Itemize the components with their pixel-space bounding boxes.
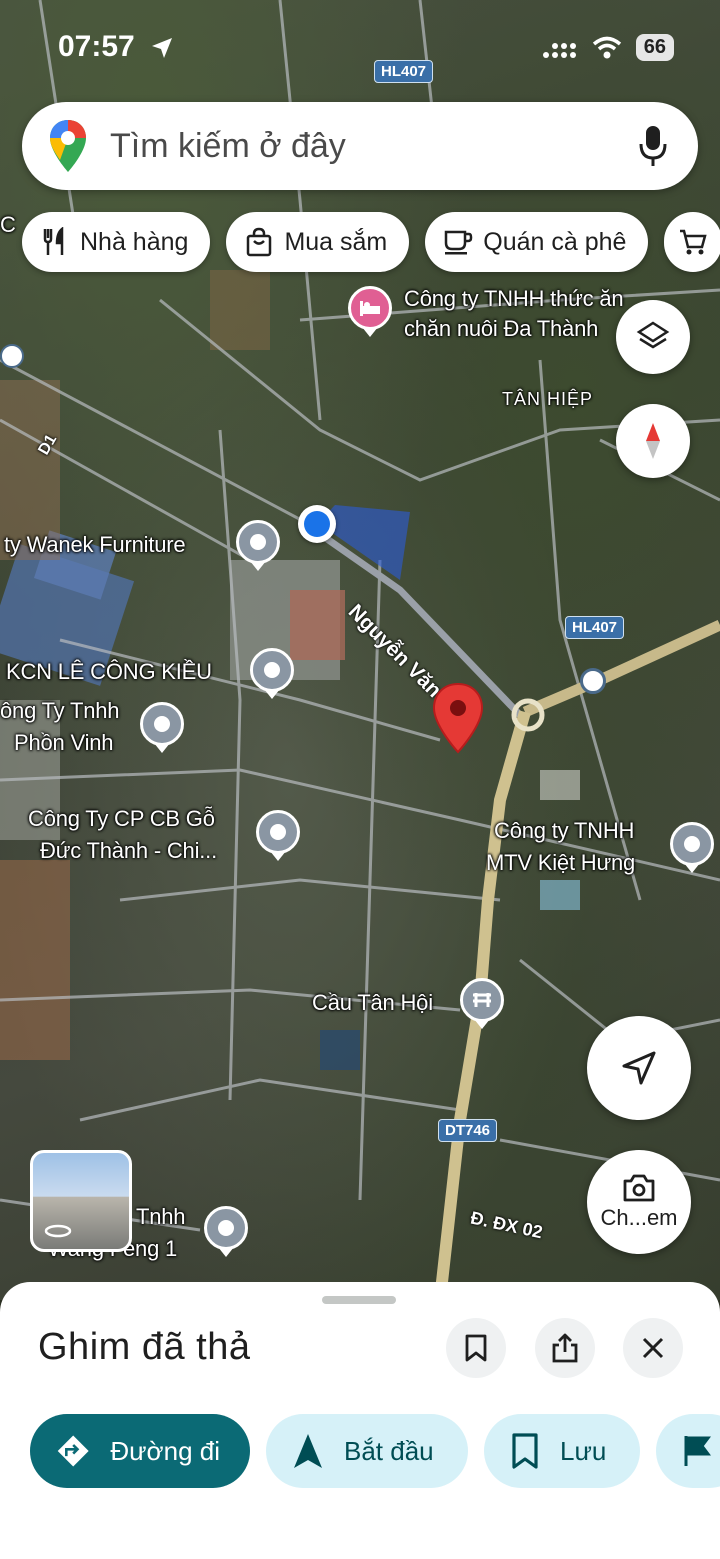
battery-icon: 66 — [635, 34, 674, 61]
directions-label: Đường đi — [110, 1435, 220, 1466]
route-shield-dt746: DT746 — [438, 1119, 498, 1142]
area-label-tan-hiep: TÂN HIỆP — [502, 389, 594, 409]
place-label-phon-vinh-1[interactable]: ông Ty Tnhh — [0, 696, 120, 726]
sheet-title: Ghim đã thả — [38, 1326, 251, 1368]
chip-coffee[interactable]: Quán cà phê — [425, 212, 649, 272]
google-maps-logo — [50, 120, 86, 172]
rotate-360-icon — [44, 1224, 72, 1238]
location-arrow-icon — [152, 38, 172, 58]
mic-icon[interactable] — [638, 124, 668, 168]
shopping-bag-icon — [247, 227, 272, 257]
place-label-da-thanh-1[interactable]: Công ty TNHH thức ăn — [404, 284, 624, 314]
dropped-pin-icon[interactable] — [432, 682, 484, 754]
layers-icon — [636, 321, 670, 349]
bus-stop-icon[interactable] — [580, 668, 606, 694]
save-button[interactable]: Lưu — [484, 1414, 640, 1488]
camera-icon — [623, 1174, 655, 1202]
wifi-icon — [592, 36, 621, 58]
close-button[interactable] — [623, 1318, 683, 1378]
shopping-cart-icon — [680, 229, 708, 255]
save-icon-button[interactable] — [446, 1318, 506, 1378]
share-icon — [552, 1333, 578, 1363]
street-view-thumbnail[interactable] — [30, 1150, 132, 1252]
compass-button[interactable] — [616, 404, 690, 478]
place-pin-icon[interactable] — [256, 810, 300, 862]
place-label-phon-vinh-2[interactable]: Phồn Vinh — [14, 728, 114, 758]
place-pin-icon[interactable] — [236, 520, 280, 572]
search-bar[interactable] — [22, 102, 698, 190]
status-time: 07:57 — [58, 30, 135, 63]
drag-handle[interactable] — [322, 1296, 396, 1304]
place-label-da-thanh-2[interactable]: chăn nuôi Đa Thành — [404, 314, 598, 344]
start-label: Bắt đầu — [344, 1435, 434, 1466]
place-label-kiet-hung-1[interactable]: Công ty TNHH — [494, 816, 634, 846]
compass-icon — [646, 423, 660, 459]
save-label: Lưu — [560, 1435, 607, 1466]
bus-stop-icon[interactable] — [0, 344, 24, 368]
directions-button[interactable]: Đường đi — [30, 1414, 250, 1488]
hotel-pin-icon[interactable] — [348, 286, 392, 338]
place-label-edge: C — [0, 212, 16, 237]
place-label-cp-go-1[interactable]: Công Ty CP CB Gỗ — [28, 804, 215, 834]
my-location-dot-icon — [298, 505, 336, 543]
chip-label: Mua sắm — [284, 227, 388, 256]
layers-button[interactable] — [616, 300, 690, 374]
chip-more[interactable] — [664, 212, 720, 272]
bookmark-icon — [465, 1334, 487, 1362]
share-button[interactable] — [535, 1318, 595, 1378]
chip-label: Quán cà phê — [483, 227, 627, 256]
route-shield-hl407: HL407 — [565, 616, 625, 639]
navigation-arrow-icon — [622, 1051, 656, 1085]
place-pin-icon[interactable] — [140, 702, 184, 754]
more-action-button[interactable] — [656, 1414, 720, 1488]
place-bottom-sheet[interactable]: Ghim đã thả Đường đi Bắt đầu Lưu — [0, 1282, 720, 1559]
cellular-icon — [542, 42, 576, 58]
place-label-wanek[interactable]: ty Wanek Furniture — [4, 530, 186, 560]
chip-restaurants[interactable]: Nhà hàng — [22, 212, 211, 272]
bookmark-icon — [512, 1433, 538, 1469]
fork-knife-icon — [43, 227, 64, 255]
directions-icon — [57, 1435, 89, 1467]
status-bar: 07:57 66 — [0, 0, 720, 96]
category-chips: Nhà hàng Mua sắm Quán cà phê — [22, 212, 720, 272]
search-input[interactable] — [110, 126, 610, 166]
chip-label: Nhà hàng — [80, 227, 189, 256]
camera-search-button[interactable]: Ch...em — [587, 1150, 691, 1254]
place-label-cp-go-2[interactable]: Đức Thành - Chi... — [40, 836, 217, 866]
place-label-wang-1[interactable]: Tnhh — [136, 1202, 186, 1232]
action-buttons: Đường đi Bắt đầu Lưu — [30, 1414, 720, 1488]
close-icon — [642, 1337, 664, 1359]
camera-search-label: Ch...em — [600, 1205, 678, 1230]
place-label-kcn[interactable]: KCN LÊ CÔNG KIỀU — [6, 657, 212, 687]
bridge-pin-icon[interactable] — [460, 978, 504, 1030]
coffee-cup-icon — [445, 230, 473, 255]
place-label-kiet-hung-2[interactable]: MTV Kiệt Hưng — [486, 848, 635, 878]
chip-shopping[interactable]: Mua sắm — [226, 212, 410, 272]
my-location-button[interactable] — [587, 1016, 691, 1120]
flag-icon — [684, 1436, 711, 1466]
place-pin-icon[interactable] — [250, 648, 294, 700]
start-button[interactable]: Bắt đầu — [266, 1414, 468, 1488]
navigate-icon — [294, 1434, 322, 1468]
place-label-cau-tan-hoi[interactable]: Cầu Tân Hội — [312, 988, 433, 1018]
place-pin-icon[interactable] — [204, 1206, 248, 1258]
place-pin-icon[interactable] — [670, 822, 714, 874]
